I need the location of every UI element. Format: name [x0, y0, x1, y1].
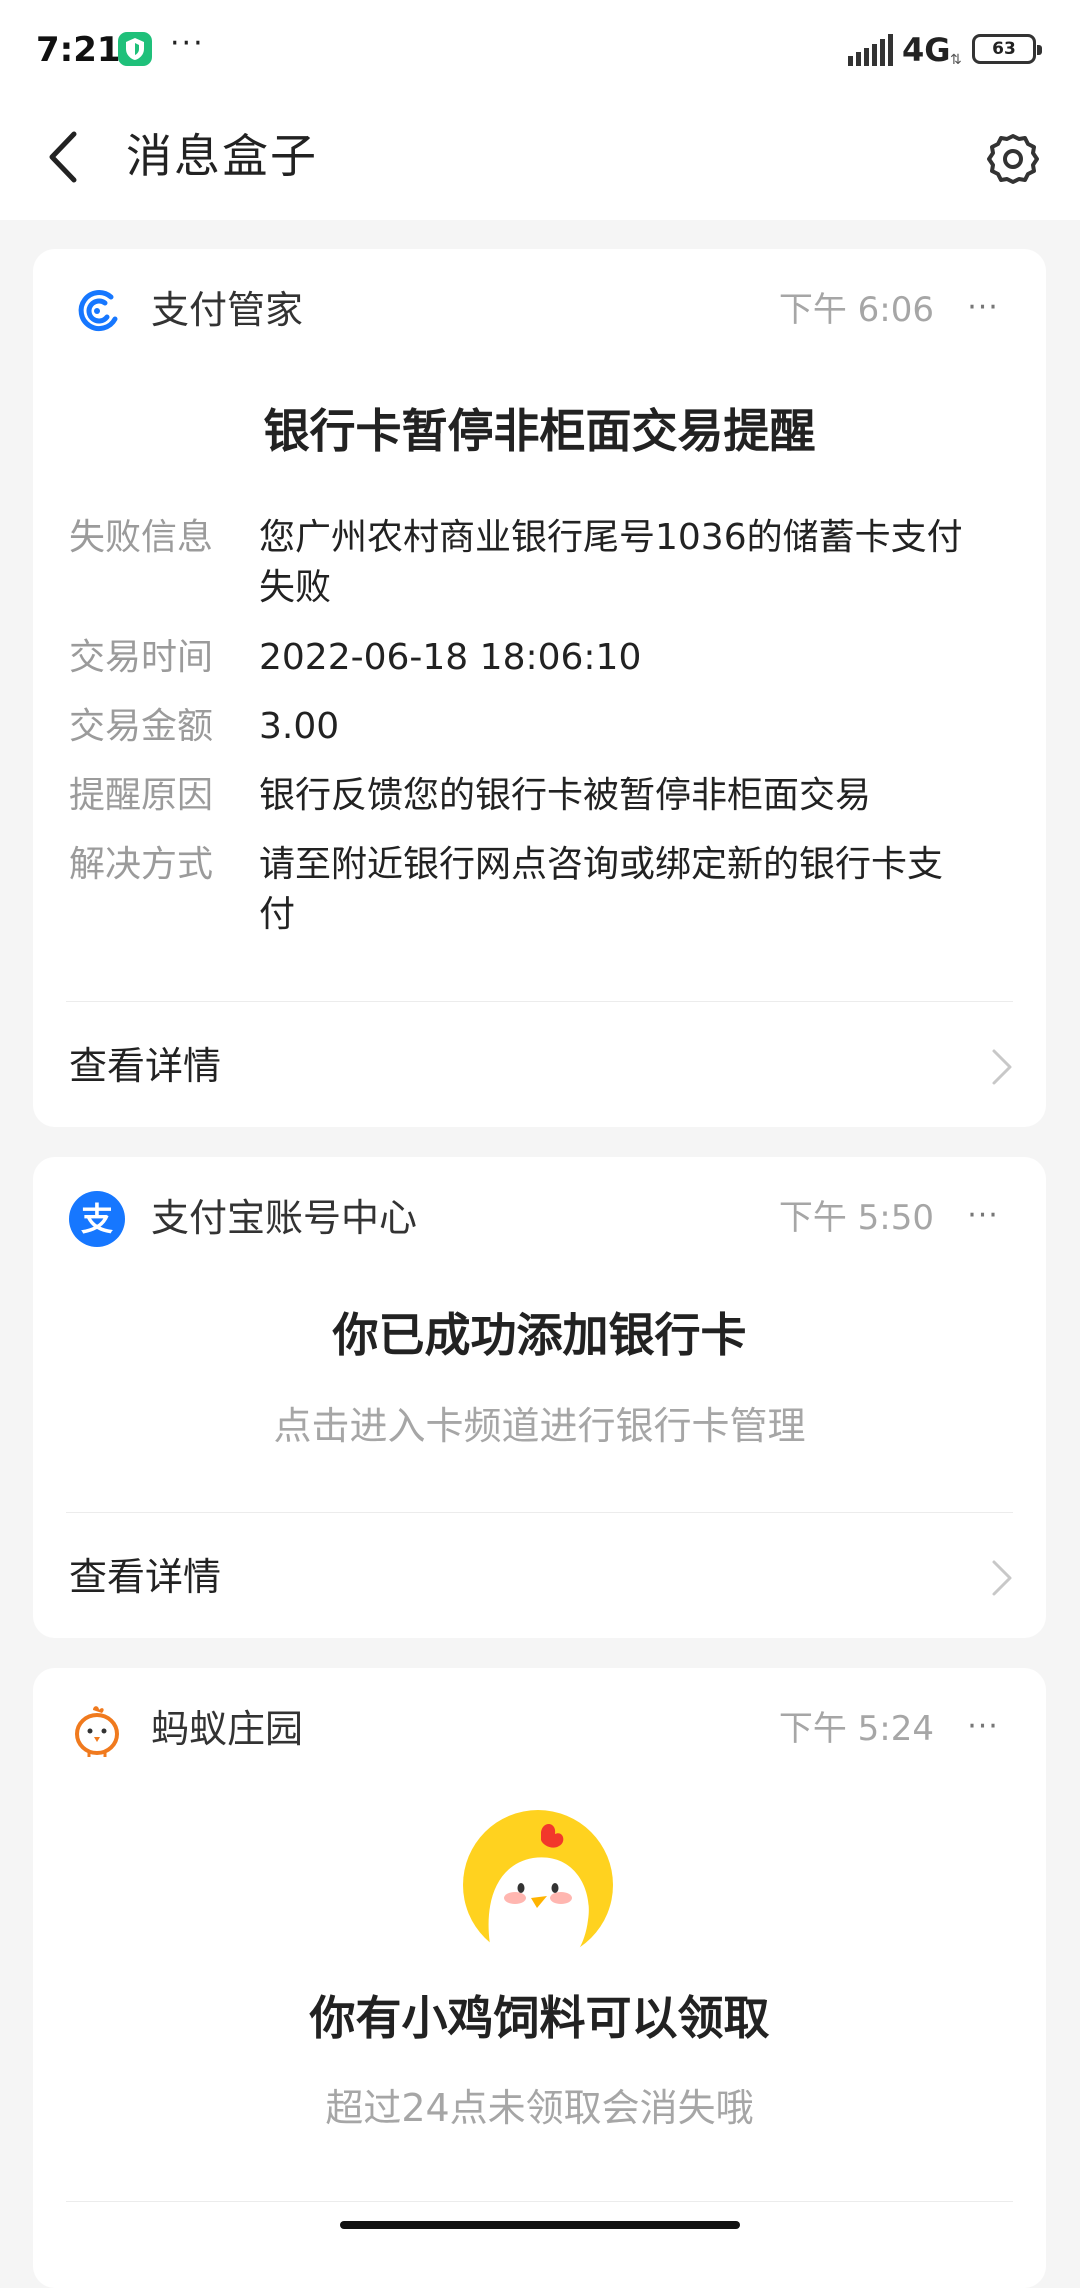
info-label: 交易金额 [69, 706, 214, 747]
card-subtitle: 点击进入卡频道进行银行卡管理 [273, 1404, 806, 1448]
card-time: 下午 6:06 [778, 290, 934, 330]
status-time: 7:21 [36, 30, 121, 70]
network-type: 4G [902, 31, 951, 69]
svg-text:支: 支 [81, 1200, 113, 1238]
more-options-button[interactable]: ··· [958, 1193, 1008, 1243]
message-card-ant-farm[interactable]: 蚂蚁庄园 下午 5:24 ··· 你有小鸡饲料可以领取 超过24点未领取会消失哦 [33, 1668, 1046, 2288]
more-options-button[interactable]: ··· [958, 1704, 1008, 1754]
card-header: 蚂蚁庄园 下午 5:24 ··· [33, 1668, 1046, 1788]
info-value-line: 失败 [259, 567, 332, 608]
card-source-name: 支付宝账号中心 [151, 1196, 418, 1240]
info-value: 请至附近银行网点咨询或绑定新的银行卡支 付 [259, 840, 1059, 940]
chevron-right-icon [992, 1049, 1012, 1085]
card-title: 银行卡暂停非柜面交易提醒 [263, 404, 816, 458]
info-value-line: 付 [259, 894, 296, 935]
view-details-label: 查看详情 [69, 1044, 222, 1088]
info-value: 2022-06-18 18:06:10 [259, 637, 642, 678]
card-source-name: 支付管家 [151, 288, 304, 332]
battery-level: 63 [992, 39, 1016, 59]
battery-icon: 63 [972, 34, 1042, 64]
info-label: 提醒原因 [69, 775, 214, 816]
card-time: 下午 5:24 [778, 1709, 934, 1749]
gear-icon[interactable] [982, 128, 1044, 190]
info-value: 银行反馈您的银行卡被暂停非柜面交易 [259, 775, 872, 816]
signal-icon [848, 34, 893, 66]
view-details-link[interactable]: 查看详情 [33, 1518, 1046, 1638]
chick-icon [75, 1706, 119, 1757]
chick-mascot-icon [463, 1810, 613, 1960]
card-title: 你已成功添加银行卡 [332, 1308, 747, 1362]
info-value: 您广州农村商业银行尾号1036的储蓄卡支付 失败 [259, 513, 1059, 613]
message-card-payment-manager[interactable]: 支付管家 下午 6:06 ··· 银行卡暂停非柜面交易提醒 失败信息 您广州农村… [33, 249, 1046, 1127]
data-activity-icon: ⇅ [950, 52, 962, 68]
back-icon[interactable] [40, 122, 90, 192]
view-details-label: 查看详情 [69, 1555, 222, 1599]
info-value-line: 您广州农村商业银行尾号1036的储蓄卡支付 [259, 517, 963, 558]
status-overflow-dots: ··· [170, 26, 205, 61]
divider [66, 2201, 1013, 2202]
card-source-name: 蚂蚁庄园 [151, 1707, 304, 1751]
nav-bar: 消息盒子 [0, 100, 1080, 220]
info-label: 交易时间 [69, 637, 214, 678]
card-header: 支付管家 下午 6:06 ··· [33, 249, 1046, 369]
card-header: 支 支付宝账号中心 下午 5:50 ··· [33, 1157, 1046, 1277]
status-bar: 7:21 ··· 4G ⇅ 63 [0, 0, 1080, 100]
card-subtitle: 超过24点未领取会消失哦 [325, 2086, 754, 2130]
card-title: 你有小鸡饲料可以领取 [309, 1991, 770, 2045]
shield-app-icon [118, 32, 152, 66]
chevron-right-icon [992, 1560, 1012, 1596]
info-value: 3.00 [259, 706, 340, 747]
divider [66, 1001, 1013, 1002]
message-card-account-center[interactable]: 支 支付宝账号中心 下午 5:50 ··· 你已成功添加银行卡 点击进入卡频道进… [33, 1157, 1046, 1638]
info-label: 失败信息 [69, 517, 214, 558]
card-time: 下午 5:50 [778, 1198, 934, 1238]
info-label: 解决方式 [69, 844, 214, 885]
home-indicator[interactable] [340, 2221, 740, 2229]
more-options-button[interactable]: ··· [958, 285, 1008, 335]
page-title: 消息盒子 [126, 129, 318, 183]
info-value-line: 请至附近银行网点咨询或绑定新的银行卡支 [259, 844, 944, 885]
divider [66, 1512, 1013, 1513]
view-details-link[interactable]: 查看详情 [33, 1007, 1046, 1127]
alipay-icon: 支 [69, 1191, 125, 1247]
payment-manager-icon [78, 290, 118, 331]
